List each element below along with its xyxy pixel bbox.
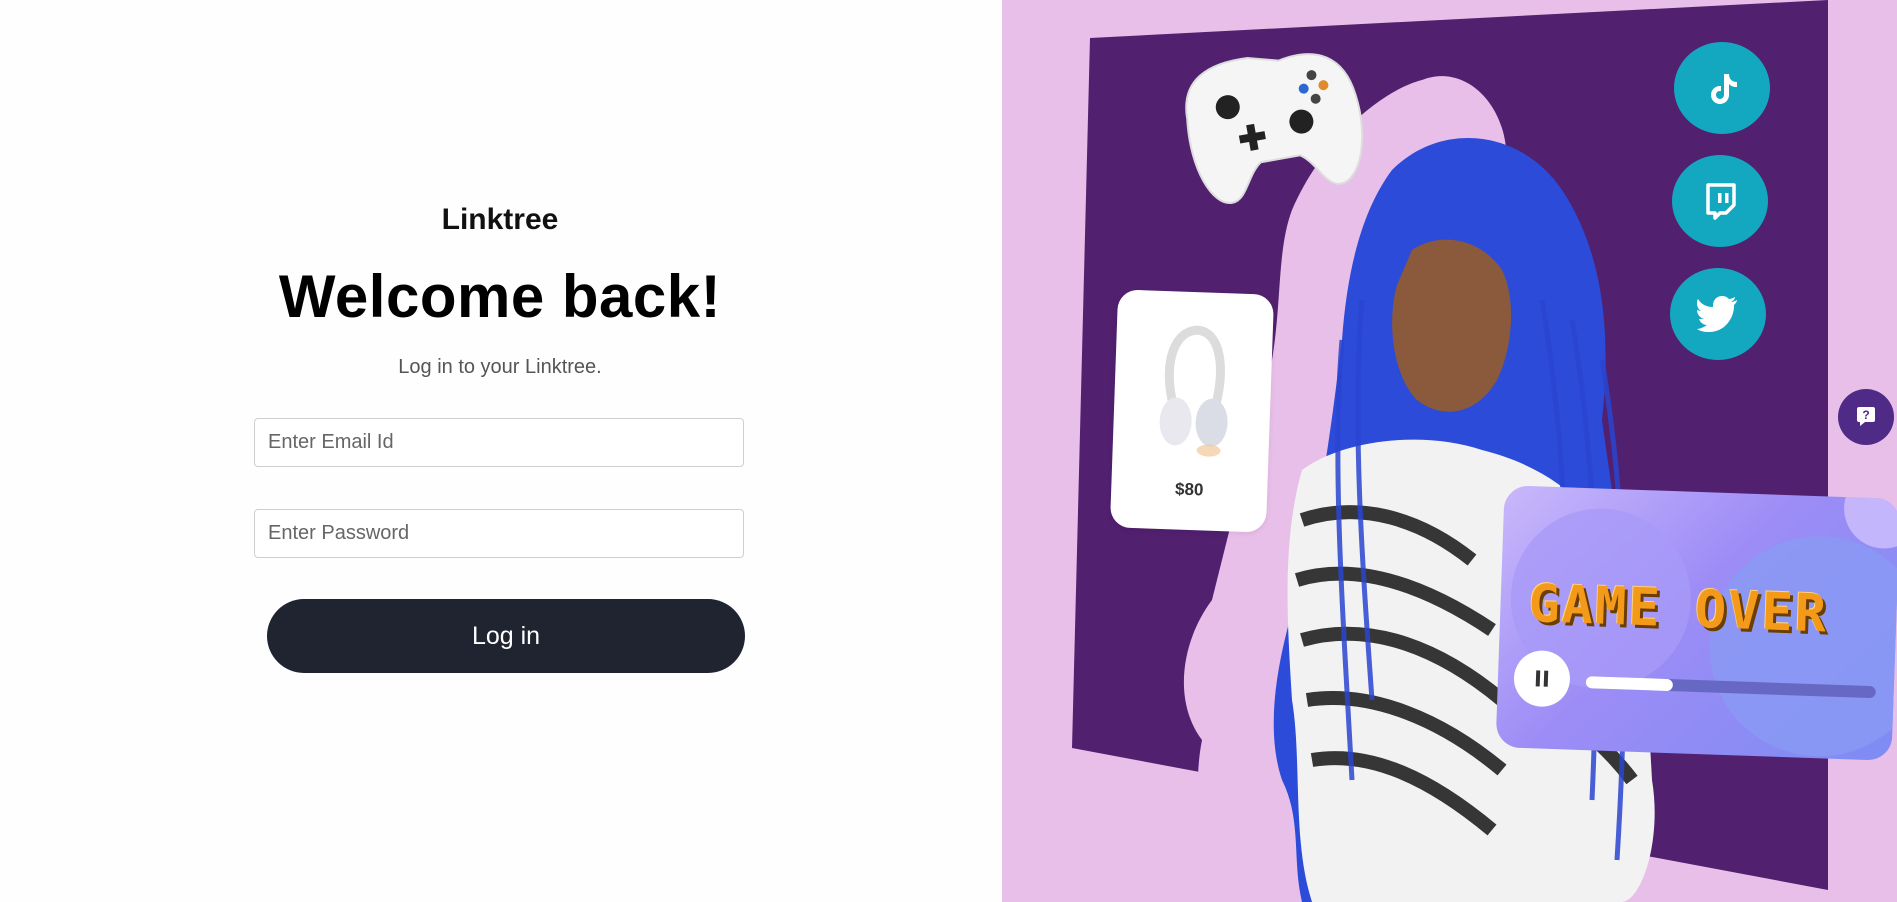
email-field[interactable] — [254, 418, 744, 467]
twitch-icon — [1672, 155, 1768, 247]
help-icon: ? — [1857, 407, 1875, 426]
page-title: Welcome back! — [278, 263, 722, 330]
game-over-title: GAME OVER — [1527, 574, 1830, 645]
brand-logo-text: Linktree — [441, 203, 559, 236]
pause-icon — [1535, 670, 1549, 687]
product-price: $80 — [1174, 479, 1204, 500]
password-field[interactable] — [254, 509, 744, 558]
login-panel: Linktree Welcome back! Log in to your Li… — [0, 0, 1002, 902]
login-button[interactable]: Log in — [267, 599, 745, 673]
headphones-icon — [1159, 325, 1228, 457]
game-media-card: GAME OVER — [1495, 485, 1897, 761]
tiktok-icon — [1674, 42, 1770, 134]
product-card: $80 — [1109, 289, 1275, 533]
twitter-icon — [1670, 268, 1766, 360]
page-subtitle: Log in to your Linktree. — [398, 356, 602, 378]
svg-text:?: ? — [1862, 408, 1869, 422]
help-button[interactable]: ? — [1838, 389, 1894, 445]
promo-illustration: $80 GAME OVER — [1002, 0, 1897, 902]
